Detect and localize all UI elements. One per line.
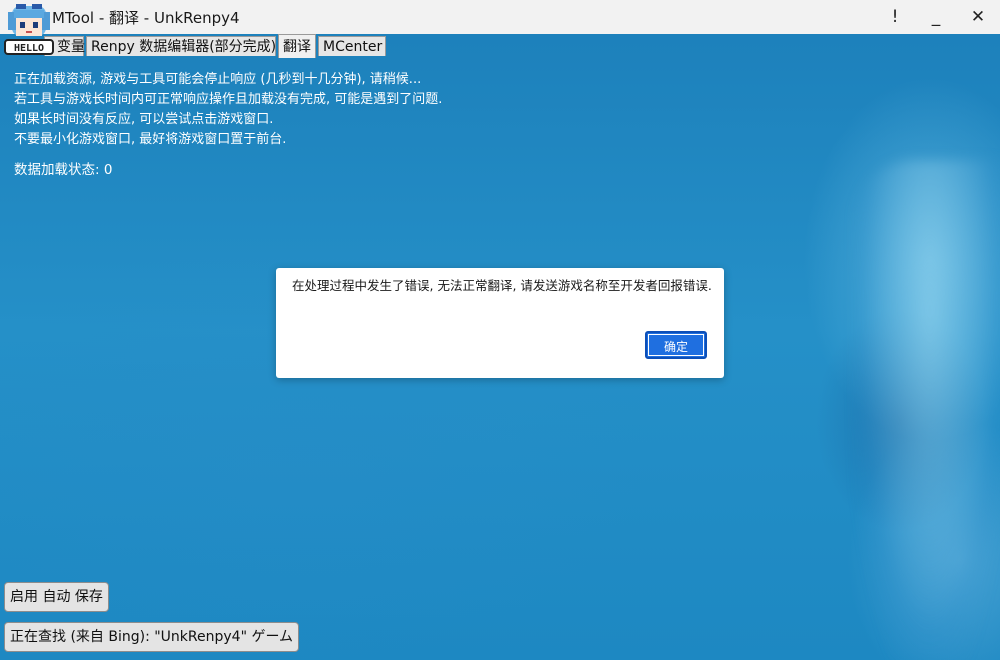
background-character-art (855, 160, 1000, 660)
tab-translate-label: 翻译 (283, 39, 311, 55)
tab-translate[interactable]: 翻译 (278, 34, 316, 58)
ok-button[interactable]: 确定 (645, 331, 707, 359)
tab-renpy-editor-label: Renpy 数据编辑器(部分完成) (91, 39, 277, 55)
info-line: 如果长时间没有反应, 可以尝试点击游戏窗口. (14, 112, 274, 127)
close-button[interactable]: ✕ (958, 0, 998, 34)
load-status: 数据加载状态: 0 (14, 162, 113, 178)
tab-mcenter[interactable]: MCenter (318, 36, 386, 56)
alert-button[interactable]: ! (875, 0, 915, 34)
tab-variables-label: 变量 (57, 39, 85, 55)
app-window: MTool - 翻译 - UnkRenpy4 ! _ ✕ HELLO 变量 Re… (0, 0, 1000, 660)
autosave-button[interactable]: 启用 自动 保存 (4, 582, 109, 612)
exclamation-icon: ! (891, 7, 899, 27)
error-dialog: 在处理过程中发生了错误, 无法正常翻译, 请发送游戏名称至开发者回报错误. 确定 (276, 268, 724, 378)
info-line: 若工具与游戏长时间内可正常响应操作且加载没有完成, 可能是遇到了问题. (14, 92, 443, 107)
loading-info: 正在加载资源, 游戏与工具可能会停止响应 (几秒到十几分钟), 请稍候... 若… (14, 70, 442, 150)
bing-search-button[interactable]: 正在查找 (来自 Bing): "UnkRenpy4" ゲーム (4, 622, 300, 652)
info-line: 不要最小化游戏窗口, 最好将游戏窗口置于前台. (14, 132, 287, 147)
title-bar: MTool - 翻译 - UnkRenpy4 ! _ ✕ (0, 0, 1000, 34)
info-line: 正在加载资源, 游戏与工具可能会停止响应 (几秒到十几分钟), 请稍候... (14, 72, 422, 87)
tab-bar: 变量 Renpy 数据编辑器(部分完成) 翻译 MCenter (0, 34, 1000, 58)
close-icon: ✕ (970, 7, 986, 27)
error-message: 在处理过程中发生了错误, 无法正常翻译, 请发送游戏名称至开发者回报错误. (292, 278, 712, 293)
mascot-logo-icon: HELLO (4, 4, 54, 55)
tab-mcenter-label: MCenter (323, 39, 383, 55)
minimize-button[interactable]: _ (916, 0, 956, 34)
minimize-icon: _ (931, 7, 941, 27)
tab-renpy-editor[interactable]: Renpy 数据编辑器(部分完成) (86, 36, 276, 56)
logo-text: HELLO (14, 43, 44, 54)
window-title: MTool - 翻译 - UnkRenpy4 (52, 9, 240, 27)
